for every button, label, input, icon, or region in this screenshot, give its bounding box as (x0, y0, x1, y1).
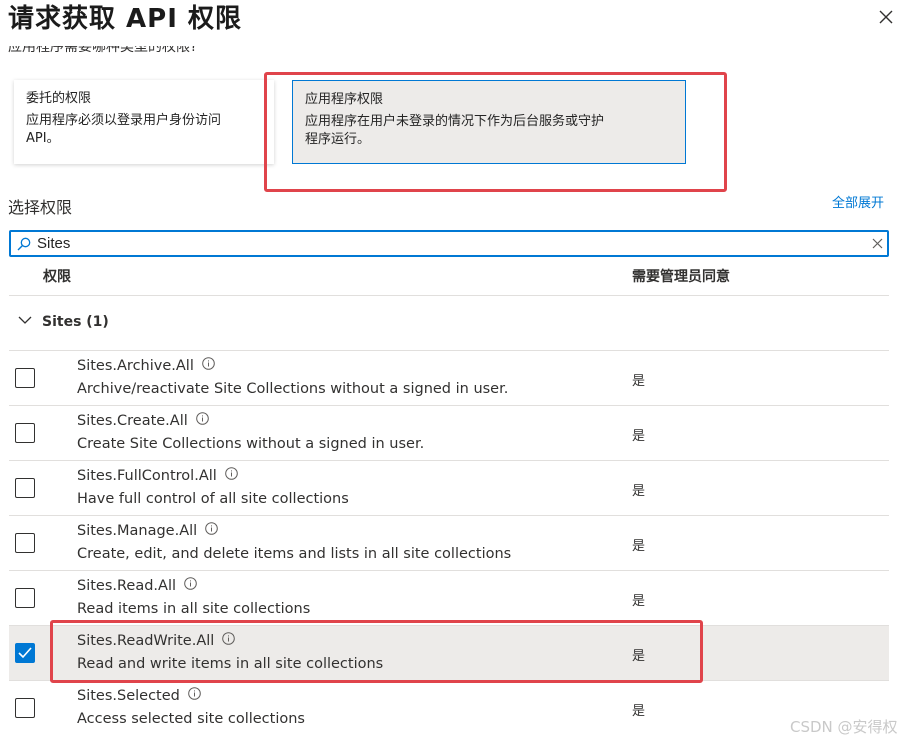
info-icon[interactable] (184, 577, 197, 590)
watermark: CSDN @安得权 (790, 718, 898, 736)
permission-checkbox[interactable] (15, 698, 35, 718)
column-header-admin-consent: 需要管理员同意 (632, 269, 730, 285)
permission-description: Read items in all site collections (77, 601, 311, 617)
permission-description: Create Site Collections without a signed… (77, 436, 425, 452)
group-label: Sites (1) (42, 314, 109, 330)
permission-search-box[interactable] (9, 230, 889, 257)
info-icon[interactable] (195, 412, 209, 425)
permission-name: Sites.Read.All (77, 578, 177, 594)
permission-checkbox[interactable] (15, 533, 35, 553)
permission-name: Sites.FullControl.All (77, 468, 217, 484)
clear-search-icon[interactable] (871, 237, 884, 250)
permission-checkbox[interactable] (15, 368, 35, 388)
permission-description: Create, edit, and delete items and lists… (77, 546, 512, 562)
delegated-permissions-description: 应用程序必须以登录用户身份访问API。 (26, 113, 222, 146)
permission-row-sites-fullcontrol-all[interactable]: Sites.FullControl.All Have full control … (9, 461, 889, 516)
dialog-title: 请求获取 API 权限 (8, 4, 242, 34)
search-icon (17, 237, 31, 251)
admin-consent-value: 是 (632, 704, 646, 719)
permission-row-sites-manage-all[interactable]: Sites.Manage.All Create, edit, and delet… (9, 516, 889, 571)
permission-row-sites-readwrite-all[interactable]: Sites.ReadWrite.All Read and write items… (9, 626, 889, 681)
permission-checkbox[interactable] (15, 478, 35, 498)
select-permissions-label: 选择权限 (8, 198, 73, 217)
permission-row-sites-archive-all[interactable]: Sites.Archive.All Archive/reactivate Sit… (9, 351, 889, 406)
search-input[interactable] (37, 234, 857, 253)
checkmark-icon (18, 647, 32, 659)
permission-name: Sites.Archive.All (77, 358, 194, 374)
admin-consent-value: 是 (632, 484, 646, 499)
admin-consent-value: 是 (632, 594, 646, 609)
permission-checkbox[interactable] (15, 423, 35, 443)
application-permissions-description: 应用程序在用户未登录的情况下作为后台服务或守护程序运行。 (305, 114, 605, 147)
permission-description: Access selected site collections (77, 711, 305, 727)
delegated-permissions-card[interactable]: 委托的权限 应用程序必须以登录用户身份访问API。 (14, 80, 274, 164)
permission-name: Sites.Selected (77, 688, 180, 704)
info-icon[interactable] (222, 632, 236, 645)
column-header-permission: 权限 (43, 269, 71, 285)
permission-description: Have full control of all site collection… (77, 491, 349, 507)
permission-description: Read and write items in all site collect… (77, 656, 384, 672)
permission-row-sites-selected[interactable]: Sites.Selected Access selected site coll… (9, 681, 889, 736)
application-permissions-card[interactable]: 应用程序权限 应用程序在用户未登录的情况下作为后台服务或守护程序运行。 (292, 80, 686, 164)
expand-all-link[interactable]: 全部展开 (832, 192, 884, 211)
permission-checkbox[interactable] (15, 588, 35, 608)
chevron-down-icon (18, 316, 32, 324)
group-header-sites[interactable]: Sites (1) (18, 313, 109, 330)
application-permissions-title: 应用程序权限 (305, 92, 384, 107)
permission-row-sites-read-all[interactable]: Sites.Read.All Read items in all site co… (9, 571, 889, 626)
permission-name: Sites.Manage.All (77, 523, 198, 539)
admin-consent-value: 是 (632, 374, 646, 389)
admin-consent-value: 是 (632, 649, 646, 664)
permission-name: Sites.ReadWrite.All (77, 633, 215, 649)
header-divider (9, 295, 889, 296)
permission-description: Archive/reactivate Site Collections with… (77, 381, 509, 397)
close-button[interactable] (873, 4, 899, 30)
admin-consent-value: 是 (632, 539, 646, 554)
delegated-permissions-title: 委托的权限 (26, 91, 92, 106)
info-icon[interactable] (224, 467, 238, 480)
permission-type-question: 应用程序需要哪种类型的权限? (8, 46, 198, 55)
permission-name: Sites.Create.All (77, 413, 188, 429)
info-icon[interactable] (205, 522, 218, 535)
info-icon[interactable] (188, 687, 201, 700)
permission-checkbox[interactable] (15, 643, 35, 663)
info-icon[interactable] (202, 357, 215, 370)
permission-row-sites-create-all[interactable]: Sites.Create.All Create Site Collections… (9, 406, 889, 461)
admin-consent-value: 是 (632, 429, 646, 444)
close-icon[interactable] (873, 4, 899, 30)
